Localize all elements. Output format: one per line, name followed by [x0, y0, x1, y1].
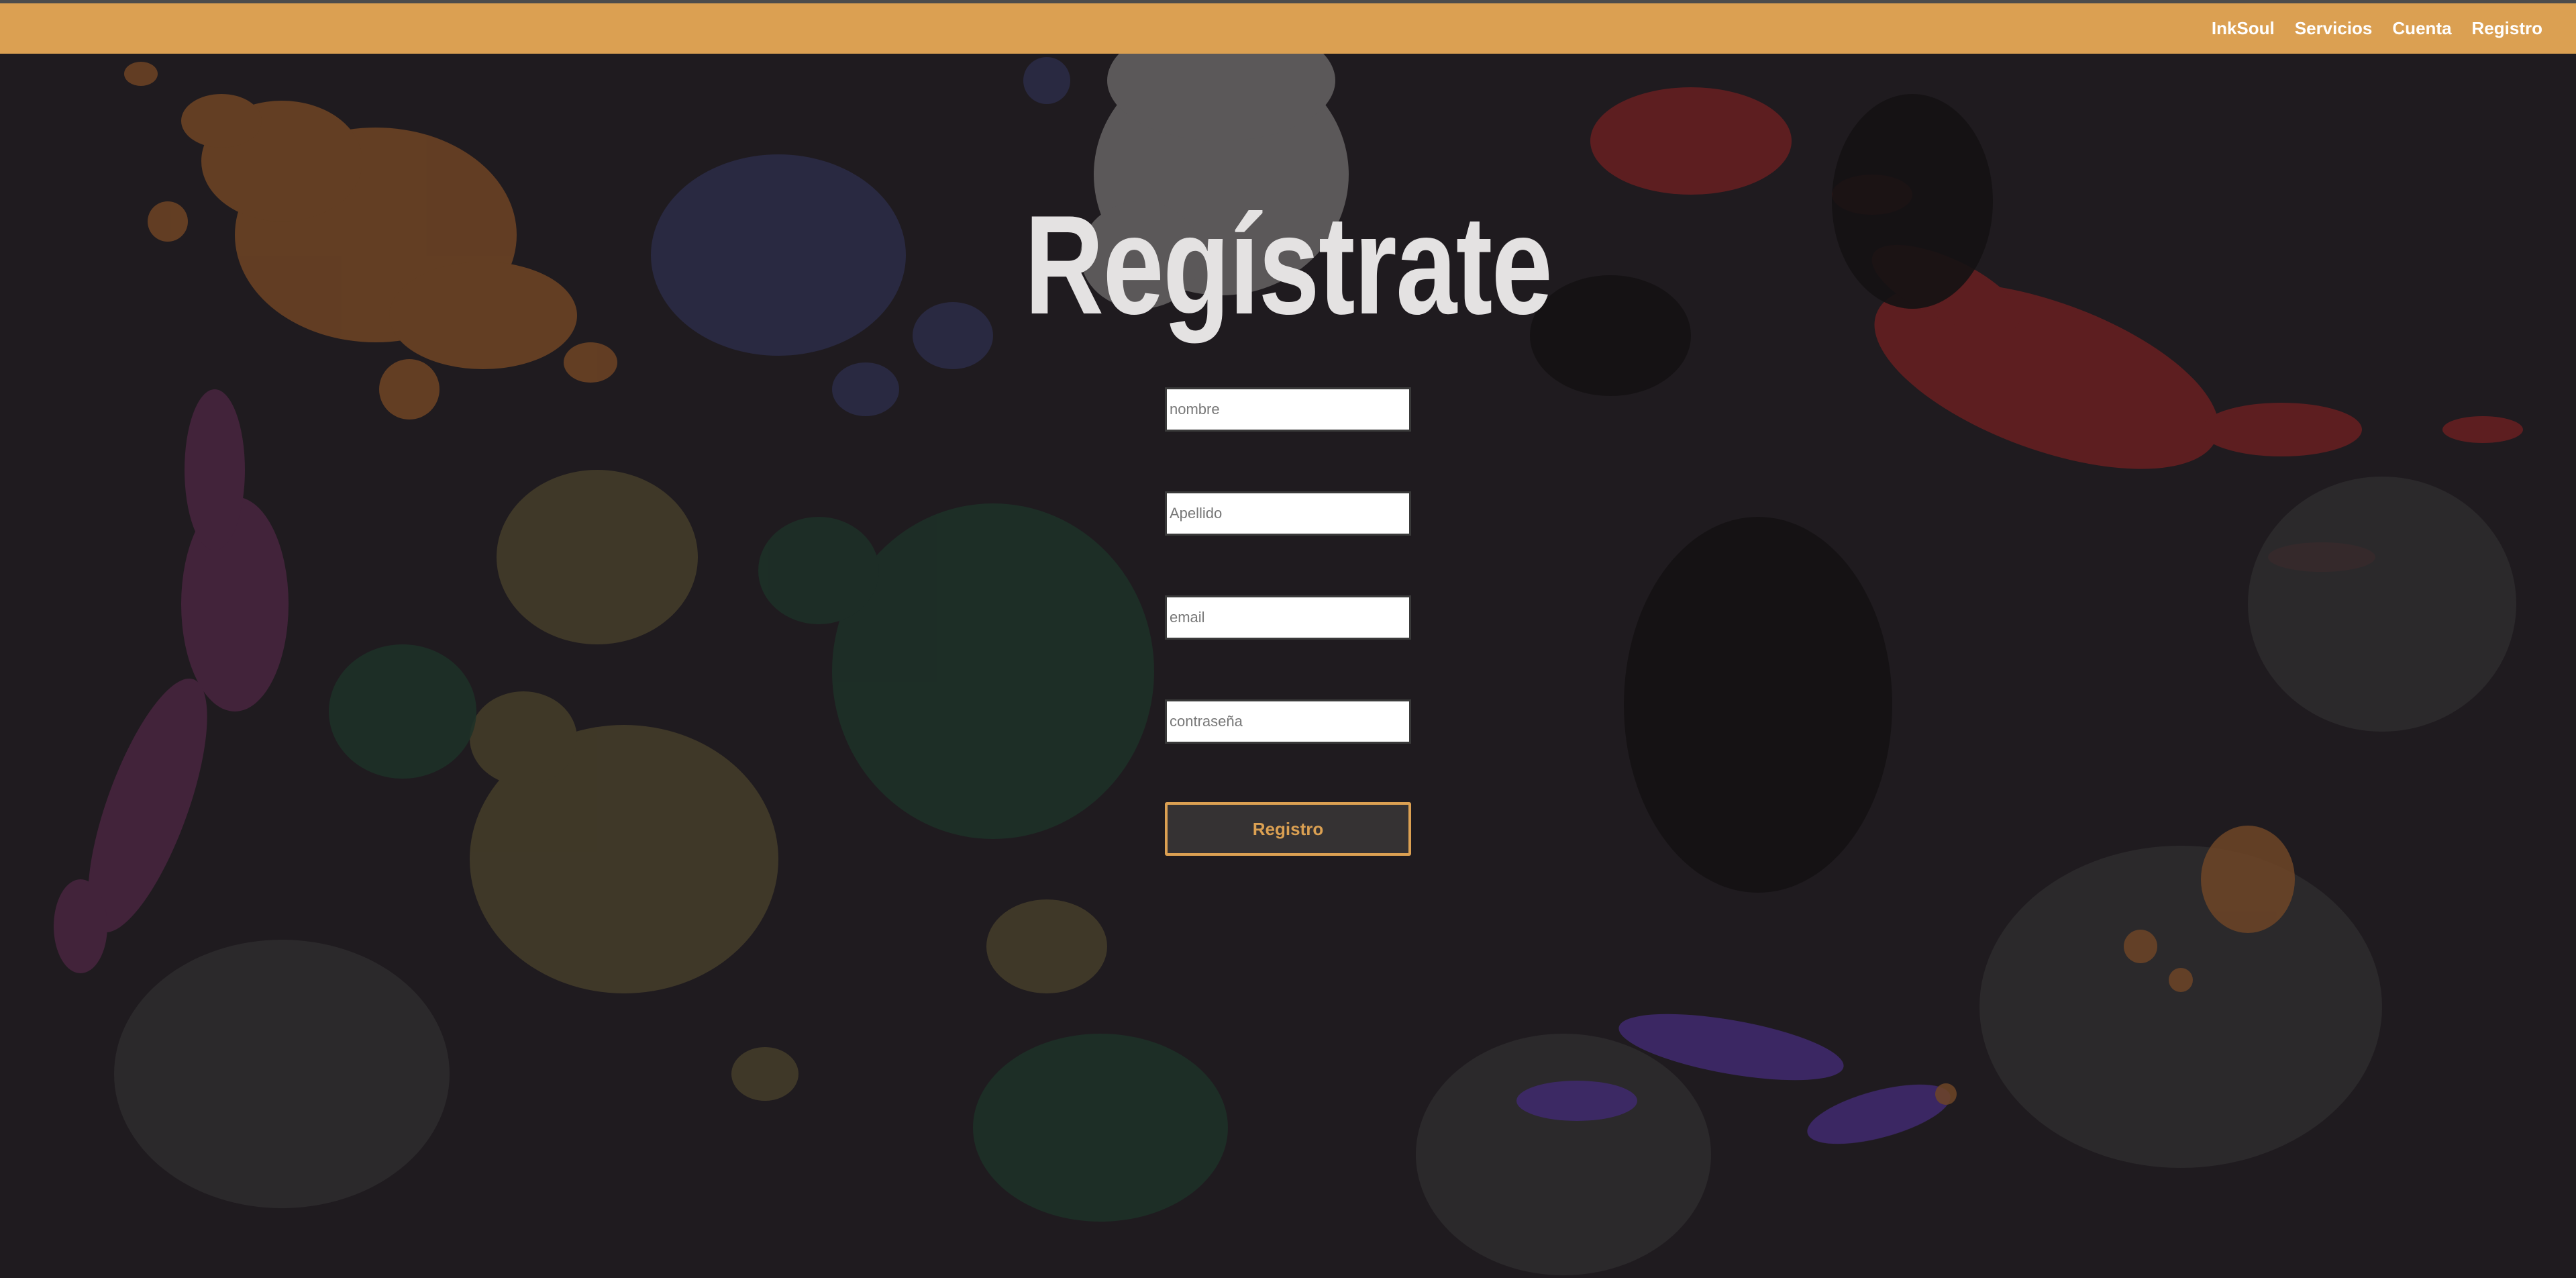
apellido-field[interactable] — [1165, 491, 1411, 536]
top-navbar: InkSoul Servicios Cuenta Registro — [0, 0, 2576, 54]
registro-submit-button[interactable]: Registro — [1165, 802, 1411, 856]
nav-link-servicios[interactable]: Servicios — [2295, 18, 2373, 39]
page-title: Regístrate — [1024, 186, 1553, 344]
nav-link-cuenta[interactable]: Cuenta — [2392, 18, 2451, 39]
nombre-field[interactable] — [1165, 387, 1411, 432]
page: InkSoul Servicios Cuenta Registro Regíst… — [0, 0, 2576, 1278]
nav-menu: InkSoul Servicios Cuenta Registro — [2212, 3, 2542, 54]
password-field[interactable] — [1165, 699, 1411, 744]
nav-link-inksoul[interactable]: InkSoul — [2212, 18, 2275, 39]
registration-form: Registro — [1165, 387, 1411, 856]
email-field[interactable] — [1165, 595, 1411, 640]
nav-link-registro[interactable]: Registro — [2472, 18, 2542, 39]
